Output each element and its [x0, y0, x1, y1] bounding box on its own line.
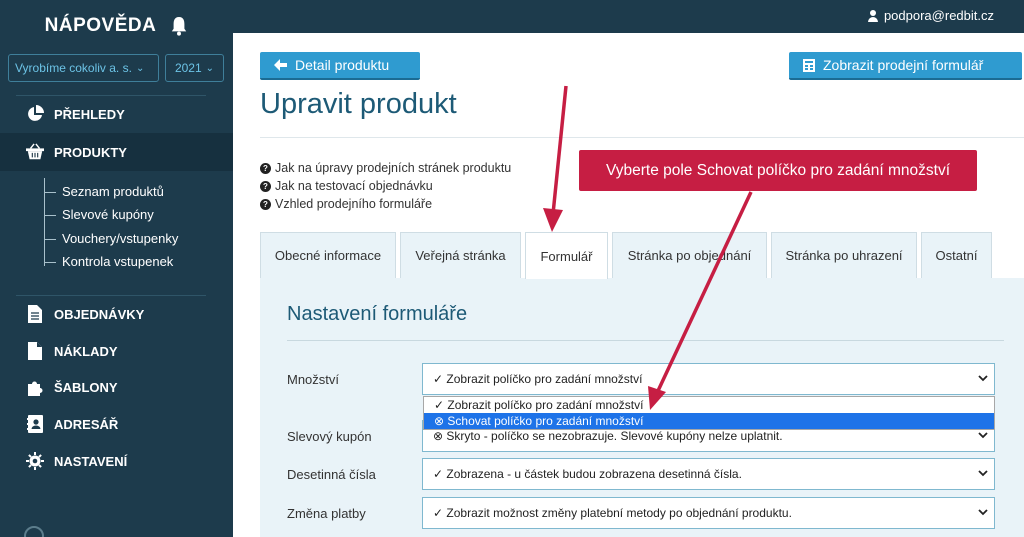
- desetinna-cisla-label: Desetinná čísla: [287, 467, 376, 482]
- company-select[interactable]: Vyrobíme cokoliv a. s. ⌄: [8, 54, 159, 82]
- submenu-item-kontrola-vstupenek[interactable]: Kontrola vstupenek: [62, 254, 173, 269]
- question-icon: ?: [260, 180, 271, 192]
- help-link[interactable]: ? Jak na úpravy prodejních stránek produ…: [260, 161, 511, 175]
- detail-produktu-button[interactable]: Detail produktu: [260, 52, 420, 80]
- arrow-down-icon: [543, 85, 568, 232]
- user-icon: [867, 9, 878, 22]
- user-menu[interactable]: podpora@redbit.cz: [867, 8, 994, 23]
- sidebar-item-label: ŠABLONY: [54, 379, 118, 395]
- question-icon: ?: [260, 198, 271, 210]
- zobrazit-formular-label: Zobrazit prodejní formulář: [823, 57, 984, 73]
- submenu-item-vouchery[interactable]: Vouchery/vstupenky: [62, 231, 178, 246]
- tab-stranka-po-objednani[interactable]: Stránka po objednání: [612, 232, 767, 278]
- tab-verejna-stranka[interactable]: Veřejná stránka: [400, 232, 521, 278]
- sidebar-divider: [16, 95, 206, 96]
- page-title: Upravit produkt: [260, 88, 457, 120]
- chevron-down-icon: [978, 470, 988, 477]
- gear-icon: [26, 452, 44, 470]
- submenu-tick: [44, 192, 56, 193]
- sidebar-item-label: PRODUKTY: [54, 144, 127, 160]
- sidebar-item-label: NASTAVENÍ: [54, 453, 128, 469]
- sidebar-item-label: NÁKLADY: [54, 343, 118, 359]
- instruction-callout: Vyberte pole Schovat políčko pro zadání …: [579, 150, 977, 191]
- tab-formular[interactable]: Formulář: [525, 232, 608, 279]
- chevron-down-icon: [978, 509, 988, 516]
- puzzle-icon: [26, 378, 44, 396]
- brand-title: NÁPOVĚDA: [44, 15, 157, 36]
- zmena-platby-select[interactable]: ✓ Zobrazit možnost změny platební metody…: [422, 497, 995, 529]
- form-icon: [803, 58, 815, 72]
- submenu-item-seznam-produktu[interactable]: Seznam produktů: [62, 184, 164, 199]
- bell-icon[interactable]: [170, 16, 188, 36]
- submenu-tick: [44, 239, 56, 240]
- sidebar-item-label: ADRESÁŘ: [54, 416, 119, 432]
- zmena-platby-label: Změna platby: [287, 506, 366, 521]
- sidebar-item-produkty[interactable]: PRODUKTY: [26, 143, 127, 161]
- submenu-item-slevove-kupony[interactable]: Slevové kupóny: [62, 207, 154, 222]
- submenu-tick: [44, 262, 56, 263]
- arrow-left-icon: [274, 59, 287, 71]
- zobrazit-formular-button[interactable]: Zobrazit prodejní formulář: [789, 52, 1022, 80]
- help-circle-icon[interactable]: [24, 526, 44, 537]
- sidebar-divider: [16, 295, 206, 296]
- sidebar: NÁPOVĚDA Vyrobíme cokoliv a. s. ⌄ 2021 ⌄…: [0, 0, 233, 537]
- sidebar-item-label: PŘEHLEDY: [54, 106, 125, 122]
- section-divider: [287, 340, 1004, 341]
- sidebar-item-objednavky[interactable]: OBJEDNÁVKY: [26, 305, 144, 323]
- basket-icon: [26, 143, 44, 161]
- sidebar-item-nastaveni[interactable]: NASTAVENÍ: [26, 452, 127, 470]
- sidebar-item-naklady[interactable]: NÁKLADY: [26, 342, 118, 360]
- section-title: Nastavení formuláře: [287, 303, 468, 325]
- help-link-text: Jak na testovací objednávku: [275, 179, 433, 193]
- sidebar-item-adresar[interactable]: ADRESÁŘ: [26, 415, 118, 433]
- mnozstvi-select[interactable]: ✓ Zobrazit políčko pro zadání množství: [422, 363, 995, 395]
- desetinna-cisla-select[interactable]: ✓ Zobrazena - u částek budou zobrazena d…: [422, 458, 995, 490]
- year-select[interactable]: 2021 ⌄: [165, 54, 224, 82]
- file-icon: [26, 342, 44, 360]
- dropdown-option-zobrazit[interactable]: ✓ Zobrazit políčko pro zadání množství: [424, 397, 994, 413]
- sidebar-item-prehledy[interactable]: PŘEHLEDY: [26, 105, 125, 123]
- chevron-down-icon: ⌄: [205, 62, 215, 74]
- mnozstvi-dropdown-list: ✓ Zobrazit políčko pro zadání množství ⊗…: [423, 396, 995, 430]
- submenu-tick: [44, 215, 56, 216]
- tab-ostatni[interactable]: Ostatní: [921, 232, 992, 278]
- tab-obecne-informace[interactable]: Obecné informace: [260, 232, 396, 278]
- sidebar-item-label: OBJEDNÁVKY: [54, 306, 145, 322]
- desetinna-cisla-select-value: ✓ Zobrazena - u částek budou zobrazena d…: [433, 467, 742, 481]
- company-select-value: Vyrobíme cokoliv a. s.: [15, 61, 132, 75]
- help-link-text: Vzhled prodejního formuláře: [275, 197, 433, 211]
- help-link[interactable]: ? Jak na testovací objednávku: [260, 179, 433, 193]
- question-icon: ?: [260, 162, 271, 174]
- pie-chart-icon: [26, 105, 44, 123]
- sidebar-item-sablony[interactable]: ŠABLONY: [26, 378, 118, 396]
- slevovy-kupon-label: Slevový kupón: [287, 429, 372, 444]
- chevron-down-icon: [978, 375, 988, 382]
- title-divider: [260, 137, 1024, 138]
- year-select-value: 2021: [174, 61, 202, 75]
- dropdown-option-schovat[interactable]: ⊗ Schovat políčko pro zadání množství: [424, 413, 994, 429]
- help-link[interactable]: ? Vzhled prodejního formuláře: [260, 197, 432, 211]
- sidebar-header: NÁPOVĚDA: [0, 0, 233, 52]
- document-icon: [26, 305, 44, 323]
- detail-produktu-label: Detail produktu: [295, 57, 390, 73]
- help-link-text: Jak na úpravy prodejních stránek produkt…: [275, 161, 512, 175]
- tab-stranka-po-uhrazeni[interactable]: Stránka po uhrazení: [771, 232, 917, 278]
- address-book-icon: [26, 415, 44, 433]
- user-email: podpora@redbit.cz: [883, 8, 994, 23]
- chevron-down-icon: [978, 432, 988, 439]
- zmena-platby-select-value: ✓ Zobrazit možnost změny platební metody…: [433, 506, 792, 520]
- mnozstvi-select-value: ✓ Zobrazit políčko pro zadání množství: [433, 372, 643, 386]
- slevovy-kupon-select-value: ⊗ Skryto - políčko se nezobrazuje. Slevo…: [433, 429, 783, 443]
- top-bar: podpora@redbit.cz: [233, 0, 1024, 33]
- mnozstvi-label: Množství: [287, 372, 340, 387]
- chevron-down-icon: ⌄: [135, 62, 145, 74]
